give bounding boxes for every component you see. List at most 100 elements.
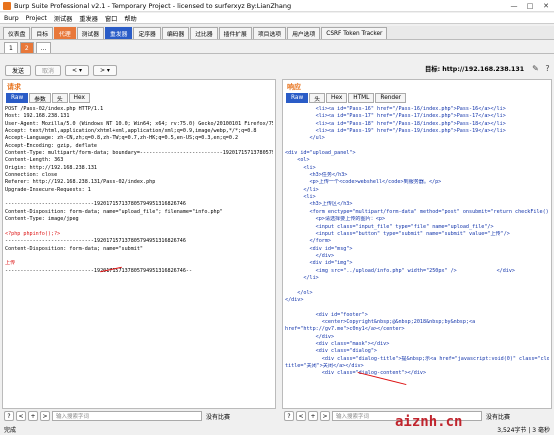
- response-size: 3,524字节 | 3 毫秒: [497, 427, 550, 434]
- request-tab-raw[interactable]: Raw: [6, 93, 29, 103]
- response-line: <input class="input_file" type="file" na…: [285, 223, 494, 230]
- next-match-icon[interactable]: >: [40, 411, 50, 421]
- response-line: </ol>: [285, 289, 313, 296]
- help-icon[interactable]: ?: [284, 411, 294, 421]
- back-button[interactable]: < ▾: [65, 64, 89, 76]
- request-line: [5, 253, 273, 260]
- request-line: POST /Pass-02/index.php HTTP/1.1: [5, 106, 104, 112]
- response-line: </div>: [285, 333, 335, 340]
- watermark: aiznh.cn: [395, 414, 463, 430]
- subtab-2[interactable]: 2: [19, 42, 34, 53]
- add-icon[interactable]: +: [308, 411, 318, 421]
- tab-intruder[interactable]: 测试器: [76, 27, 105, 39]
- tab-dashboard[interactable]: 仪表盘: [3, 27, 31, 39]
- response-line: <li><a id="Pass-19" href="/Pass-19/index…: [285, 128, 506, 135]
- response-line: </div>: [285, 252, 335, 259]
- request-line: Accept: text/html,application/xhtml+xml,…: [5, 128, 257, 135]
- response-line: [285, 304, 549, 311]
- request-tab-params[interactable]: 参数: [29, 93, 51, 103]
- tab-sequencer[interactable]: 定序器: [133, 27, 161, 39]
- response-line: title="关闭">关闭</a></div>: [285, 363, 364, 370]
- close-button[interactable]: ✕: [538, 2, 554, 10]
- request-tab-headers[interactable]: 头: [51, 93, 68, 103]
- response-viewer[interactable]: <li><a id="Pass-16" href="/Pass-16/index…: [285, 106, 549, 406]
- response-line: <div id="msg">: [285, 245, 353, 252]
- response-line: <form enctype="multipart/form-data" meth…: [285, 208, 549, 215]
- response-line: <img src="../upload/info.php" width="250…: [285, 267, 516, 274]
- response-tab-html[interactable]: HTML: [348, 93, 375, 103]
- subtab-more[interactable]: ...: [35, 42, 52, 53]
- response-tab-hex[interactable]: Hex: [326, 93, 348, 103]
- response-line: [285, 282, 549, 289]
- tab-repeater[interactable]: 重发器: [105, 27, 133, 39]
- status-bar: 完成 3,524字节 | 3 毫秒: [0, 424, 554, 435]
- help-icon[interactable]: ?: [4, 411, 14, 421]
- request-line: Origin: http://192.168.238.131: [5, 164, 98, 171]
- edit-pencil-icon[interactable]: ✎: [531, 64, 540, 73]
- request-line: Connection: close: [5, 172, 58, 179]
- request-search-input[interactable]: 输入搜索字词: [52, 411, 202, 421]
- tab-target[interactable]: 目标: [31, 27, 54, 39]
- request-line: Content-Disposition: form-data; name="up…: [5, 208, 223, 215]
- menu-help[interactable]: 帮助: [124, 14, 136, 23]
- request-line: User-Agent: Mozilla/5.0 (Windows NT 10.0…: [5, 120, 273, 127]
- response-line: <div class="mask"></div>: [285, 341, 390, 347]
- add-icon[interactable]: +: [28, 411, 38, 421]
- maximize-button[interactable]: □: [522, 2, 538, 10]
- request-line: -----------------------------19201715713…: [5, 201, 186, 208]
- tab-proxy[interactable]: 代理: [54, 27, 76, 39]
- forward-button[interactable]: > ▾: [92, 64, 117, 76]
- previous-match-icon[interactable]: <: [16, 411, 26, 421]
- request-title: 请求: [7, 83, 21, 91]
- response-line: [285, 143, 549, 150]
- response-line: <p>上传一个<code>webshell</code>到服务器。</p>: [285, 179, 442, 186]
- tab-user-options[interactable]: 用户选项: [287, 27, 321, 39]
- help-icon[interactable]: ?: [543, 64, 552, 73]
- request-tabs: Raw 参数 头 Hex: [6, 93, 91, 103]
- next-match-icon[interactable]: >: [320, 411, 330, 421]
- request-line: 上传: [5, 260, 16, 267]
- response-line: <center>Copyright&nbsp;@&nbsp;2018&nbsp;…: [285, 318, 476, 325]
- request-line: Host: 192.168.238.131: [5, 113, 70, 120]
- response-line: </li>: [285, 274, 319, 281]
- menu-repeater[interactable]: 重发器: [79, 14, 98, 23]
- response-line: <li><a id="Pass-17" href="/Pass-17/index…: [285, 113, 506, 120]
- subtab-1[interactable]: 1: [4, 42, 18, 53]
- menu-bar: Burp Project 测试器 重发器 窗口 帮助: [0, 13, 554, 24]
- response-match-count: 没有比赛: [486, 413, 511, 421]
- response-line: </ul>: [285, 135, 325, 142]
- response-tab-raw[interactable]: Raw: [286, 93, 309, 103]
- tab-decoder[interactable]: 编码器: [161, 27, 190, 39]
- request-editor[interactable]: POST /Pass-02/index.php HTTP/1.1 Host: 19…: [5, 106, 273, 406]
- response-line: <li><a id="Pass-18" href="/Pass-18/index…: [285, 120, 506, 127]
- response-line: <li>: [285, 164, 316, 171]
- request-line: <?php phpinfo();?>: [5, 230, 61, 237]
- request-line: Accept-Language: zh-CN,zh;q=0.8,zh-TW;q=…: [5, 135, 239, 142]
- tab-csrf-token-tracker[interactable]: CSRF Token Tracker: [321, 27, 388, 39]
- request-line: Content-Length: 363: [5, 157, 64, 164]
- minimize-button[interactable]: —: [506, 2, 522, 10]
- request-match-count: 没有比赛: [206, 413, 231, 421]
- menu-project[interactable]: Project: [26, 15, 47, 22]
- menu-intruder[interactable]: 测试器: [54, 14, 73, 23]
- send-button[interactable]: 发送: [5, 64, 32, 76]
- request-tab-hex[interactable]: Hex: [68, 93, 90, 103]
- response-tab-render[interactable]: Render: [375, 93, 407, 103]
- cancel-button[interactable]: 取消: [35, 64, 62, 76]
- request-search-bar: ? < + > 输入搜索字词 没有比赛: [4, 410, 230, 422]
- response-line: <ol>: [285, 157, 310, 164]
- window-title: Burp Suite Professional v2.1 - Temporary…: [14, 1, 292, 10]
- menu-burp[interactable]: Burp: [4, 15, 19, 22]
- menu-window[interactable]: 窗口: [105, 14, 117, 23]
- response-tab-headers[interactable]: 头: [309, 93, 326, 103]
- request-line: [5, 194, 273, 201]
- previous-match-icon[interactable]: <: [296, 411, 306, 421]
- tab-project-options[interactable]: 项目选项: [252, 27, 287, 39]
- response-title: 响应: [287, 83, 301, 91]
- request-line: -----------------------------19201715713…: [5, 267, 193, 274]
- request-line: Content-Disposition: form-data; name="su…: [5, 245, 144, 252]
- response-line: <h3>任务</h3>: [285, 172, 348, 179]
- tab-extender[interactable]: 插件扩展: [218, 27, 252, 39]
- request-line: Accept-Encoding: gzip, deflate: [5, 142, 98, 149]
- tab-comparer[interactable]: 过比器: [190, 27, 218, 39]
